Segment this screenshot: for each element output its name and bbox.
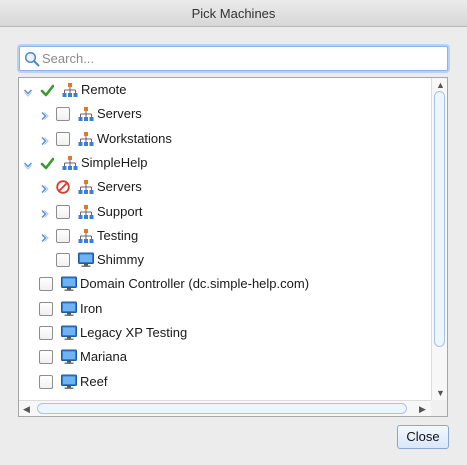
horizontal-scrollbar[interactable]: ◀ ▶: [19, 400, 432, 416]
tree-row-label: SimpleHelp: [81, 155, 148, 170]
tree-row-label: Testing: [97, 228, 139, 243]
scroll-right-arrow-icon[interactable]: ▶: [419, 404, 426, 414]
tree-row-label: Mariana: [80, 349, 127, 364]
scroll-left-arrow-icon[interactable]: ◀: [23, 404, 30, 414]
no-entry-icon: [56, 180, 70, 194]
tree-row[interactable]: Reef: [19, 370, 432, 394]
scroll-up-arrow-icon[interactable]: ▲: [436, 80, 445, 90]
blocked-checkbox[interactable]: [56, 180, 70, 194]
chevron-right-icon: [41, 111, 49, 121]
chevron-right-icon: [41, 184, 49, 194]
tree-row[interactable]: Remote: [19, 78, 432, 102]
expand-chevron-down-icon[interactable]: [23, 158, 33, 170]
checkbox[interactable]: [39, 375, 53, 389]
tree-row[interactable]: Mariana: [19, 345, 432, 369]
tree-row[interactable]: Shimmy: [19, 248, 432, 272]
tree-row-label: Support: [97, 204, 143, 219]
group-icon: [78, 204, 94, 220]
monitor-icon: [78, 252, 94, 268]
tree-row-label: Iron: [80, 301, 103, 316]
vertical-scrollbar[interactable]: ▲ ▼: [431, 78, 447, 400]
chevron-down-icon: [23, 162, 33, 170]
monitor-icon: [61, 276, 77, 291]
group-icon: [62, 82, 78, 98]
checkmark-icon: [40, 157, 55, 170]
expand-chevron-right-icon[interactable]: [39, 182, 49, 194]
monitor-icon: [61, 276, 77, 292]
monitor-icon: [61, 325, 77, 341]
monitor-icon: [61, 374, 77, 390]
group-hierarchy-icon: [78, 107, 94, 121]
machine-tree-panel: Remote Servers Workstations SimpleHelp Serve…: [18, 77, 448, 417]
group-icon: [78, 131, 94, 147]
tree-row[interactable]: Testing: [19, 224, 432, 248]
checkmark-icon: [40, 84, 55, 97]
checked-checkbox[interactable]: [40, 83, 55, 97]
chevron-down-icon: [23, 89, 33, 97]
chevron-right-icon: [41, 233, 49, 243]
checkbox[interactable]: [39, 326, 53, 340]
chevron-right-icon: [41, 209, 49, 219]
checkbox[interactable]: [56, 229, 70, 243]
monitor-icon: [78, 252, 94, 267]
machine-tree: Remote Servers Workstations SimpleHelp Serve…: [19, 78, 432, 400]
group-hierarchy-icon: [62, 156, 78, 170]
tree-row[interactable]: Support: [19, 200, 432, 224]
tree-row[interactable]: SimpleHelp: [19, 151, 432, 175]
tree-row[interactable]: Workstations: [19, 127, 432, 151]
tree-row-label: Remote: [81, 82, 127, 97]
tree-row-label: Domain Controller (dc.simple-help.com): [80, 276, 310, 291]
expand-chevron-down-icon[interactable]: [23, 85, 33, 97]
close-button[interactable]: Close: [397, 425, 449, 449]
search-icon: [24, 51, 40, 67]
group-icon: [78, 179, 94, 195]
monitor-icon: [61, 301, 77, 316]
group-hierarchy-icon: [78, 229, 94, 243]
monitor-icon: [61, 349, 77, 364]
tree-row[interactable]: Legacy XP Testing: [19, 321, 432, 345]
scroll-corner: [431, 400, 447, 416]
monitor-icon: [61, 325, 77, 340]
group-hierarchy-icon: [78, 132, 94, 146]
group-hierarchy-icon: [78, 180, 94, 194]
checkbox[interactable]: [56, 253, 70, 267]
checkbox[interactable]: [56, 107, 70, 121]
tree-row[interactable]: Servers: [19, 175, 432, 199]
horizontal-scroll-thumb[interactable]: [37, 403, 407, 414]
group-icon: [78, 228, 94, 244]
group-hierarchy-icon: [62, 83, 78, 97]
scroll-down-arrow-icon[interactable]: ▼: [436, 388, 445, 398]
checkbox[interactable]: [39, 350, 53, 364]
tree-row-label: Workstations: [97, 131, 172, 146]
search-input[interactable]: [42, 49, 442, 68]
expand-chevron-right-icon[interactable]: [39, 231, 49, 243]
checkbox[interactable]: [39, 277, 53, 291]
group-icon: [62, 155, 78, 171]
checked-checkbox[interactable]: [40, 156, 55, 170]
tree-row-label: Reef: [80, 374, 108, 389]
chevron-right-icon: [41, 136, 49, 146]
monitor-icon: [61, 301, 77, 317]
expand-chevron-right-icon[interactable]: [39, 109, 49, 121]
monitor-icon: [61, 349, 77, 365]
group-icon: [78, 106, 94, 122]
tree-row-label: Shimmy: [97, 252, 144, 267]
tree-row[interactable]: Servers: [19, 102, 432, 126]
expand-chevron-right-icon[interactable]: [39, 134, 49, 146]
tree-row[interactable]: Iron: [19, 297, 432, 321]
checkbox[interactable]: [56, 132, 70, 146]
tree-row-label: Legacy XP Testing: [80, 325, 188, 340]
monitor-icon: [61, 374, 77, 389]
group-hierarchy-icon: [78, 205, 94, 219]
tree-row-label: Servers: [97, 179, 142, 194]
vertical-scroll-thumb[interactable]: [434, 91, 445, 347]
window-title: Pick Machines: [0, 0, 467, 27]
tree-row-label: Servers: [97, 106, 142, 121]
checkbox[interactable]: [39, 302, 53, 316]
search-field[interactable]: [19, 46, 448, 71]
checkbox[interactable]: [56, 205, 70, 219]
expand-chevron-right-icon[interactable]: [39, 207, 49, 219]
tree-row[interactable]: Domain Controller (dc.simple-help.com): [19, 272, 432, 296]
